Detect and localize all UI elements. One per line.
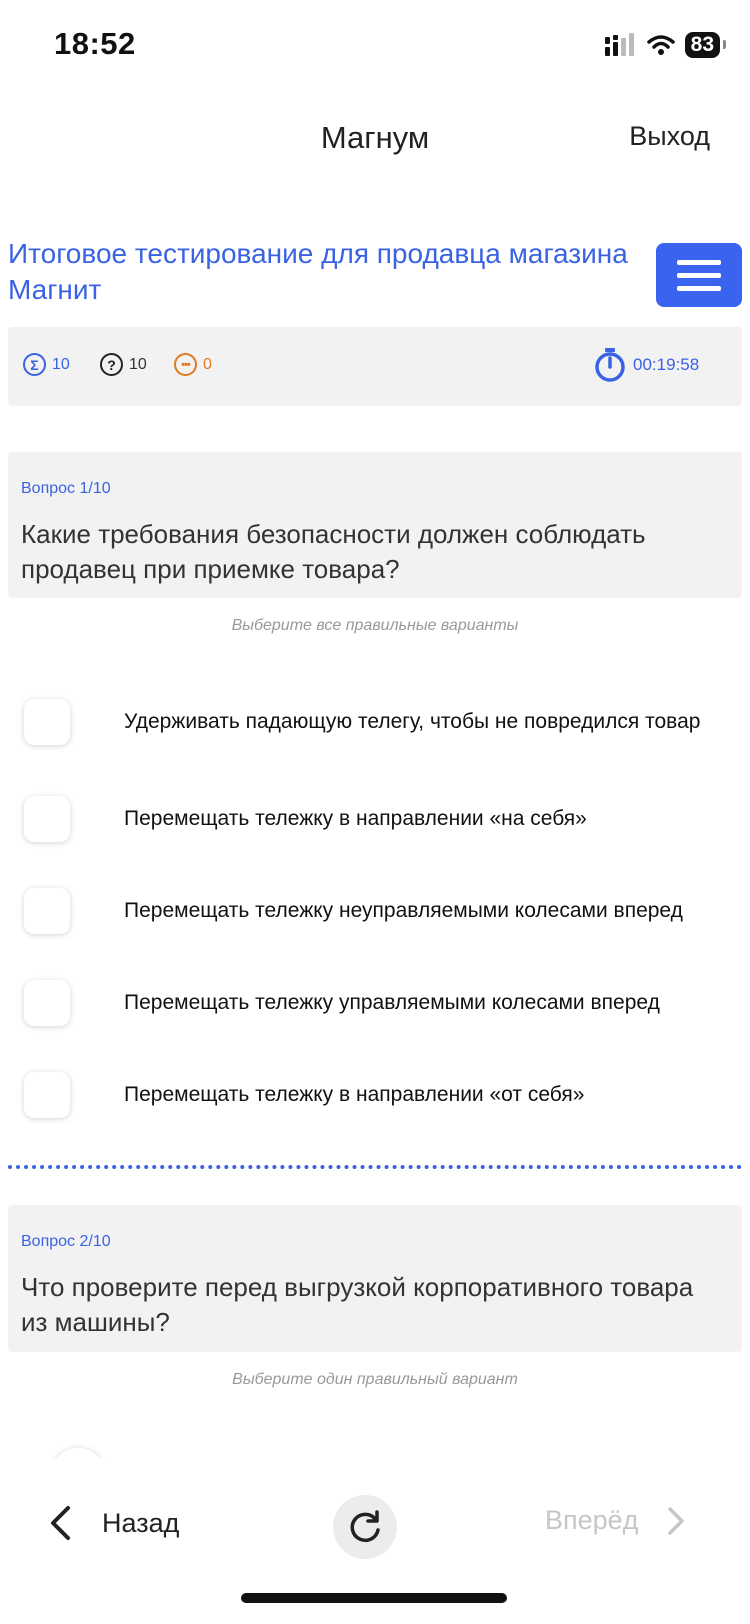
exit-button[interactable]: Выход xyxy=(629,121,710,152)
question-text: Что проверите перед выгрузкой корпоратив… xyxy=(21,1272,694,1337)
refresh-icon xyxy=(350,1510,380,1543)
option-label: Перемещать тележку в направлении «на себ… xyxy=(124,807,587,830)
question-number: Вопрос 2/10 xyxy=(21,1233,111,1250)
checkbox[interactable] xyxy=(24,699,70,745)
checkbox[interactable] xyxy=(24,888,70,934)
back-label: Назад xyxy=(102,1507,180,1538)
question-icon: ? xyxy=(100,353,123,376)
test-title: Итоговое тестирование для продавца магаз… xyxy=(8,238,628,305)
status-indicators: 83 xyxy=(604,30,727,60)
stat-questions-value: 10 xyxy=(129,355,147,373)
question-divider xyxy=(8,1165,742,1169)
question-text: Какие требования безопасности должен соб… xyxy=(21,519,646,584)
chevron-right-icon xyxy=(668,1506,685,1535)
checkbox[interactable] xyxy=(24,1072,70,1118)
answer-option-5[interactable]: Перемещать тележку в направлении «от себ… xyxy=(24,1072,734,1118)
refresh-button[interactable] xyxy=(333,1495,397,1559)
wifi-icon xyxy=(646,35,675,55)
menu-button[interactable] xyxy=(656,243,742,307)
sum-icon: Σ xyxy=(23,353,46,376)
question-number: Вопрос 1/10 xyxy=(21,480,111,497)
battery-icon: 83 xyxy=(684,32,727,58)
forward-button[interactable]: Вперёд xyxy=(545,1505,686,1536)
question-card-1: Вопрос 1/10 Какие требования безопасност… xyxy=(8,452,742,598)
timer-value: 00:19:58 xyxy=(633,355,700,374)
chevron-left-icon xyxy=(51,1506,70,1540)
answer-option-4[interactable]: Перемещать тележку управляемыми колесами… xyxy=(24,980,734,1026)
back-button[interactable]: Назад xyxy=(48,1505,179,1541)
stopwatch-icon xyxy=(595,348,625,382)
stat-questions: ? 10 xyxy=(100,353,147,376)
answer-option-3[interactable]: Перемещать тележку неуправляемыми колеса… xyxy=(24,888,734,934)
option-label: Перемещать тележку в направлении «от себ… xyxy=(124,1083,585,1106)
home-indicator xyxy=(241,1593,507,1603)
option-label: Перемещать тележку управляемыми колесами… xyxy=(124,991,660,1014)
question-card-2: Вопрос 2/10 Что проверите перед выгрузко… xyxy=(8,1205,742,1352)
status-time: 18:52 xyxy=(54,26,136,61)
stat-total: Σ 10 xyxy=(23,353,70,376)
option-label: Перемещать тележку неуправляемыми колеса… xyxy=(124,899,683,922)
checkbox[interactable] xyxy=(24,980,70,1026)
answer-option-2[interactable]: Перемещать тележку в направлении «на себ… xyxy=(24,796,734,842)
signal-icon xyxy=(604,33,634,56)
question-hint: Выберите один правильный вариант xyxy=(232,1371,518,1388)
more-icon: ••• xyxy=(174,353,197,376)
stat-skipped: ••• 0 xyxy=(174,353,212,376)
timer: 00:19:58 xyxy=(593,347,699,383)
option-label: Удерживать падающую телегу, чтобы не пов… xyxy=(124,710,701,733)
stats-bar: Σ 10 ? 10 ••• 0 00:19:58 xyxy=(8,327,742,406)
menu-icon xyxy=(677,259,721,265)
checkbox[interactable] xyxy=(24,796,70,842)
stat-skipped-value: 0 xyxy=(203,355,212,373)
question-hint: Выберите все правильные варианты xyxy=(231,617,519,634)
stat-total-value: 10 xyxy=(52,355,70,373)
answer-option-1[interactable]: Удерживать падающую телегу, чтобы не пов… xyxy=(24,699,734,745)
forward-label: Вперёд xyxy=(545,1505,639,1535)
